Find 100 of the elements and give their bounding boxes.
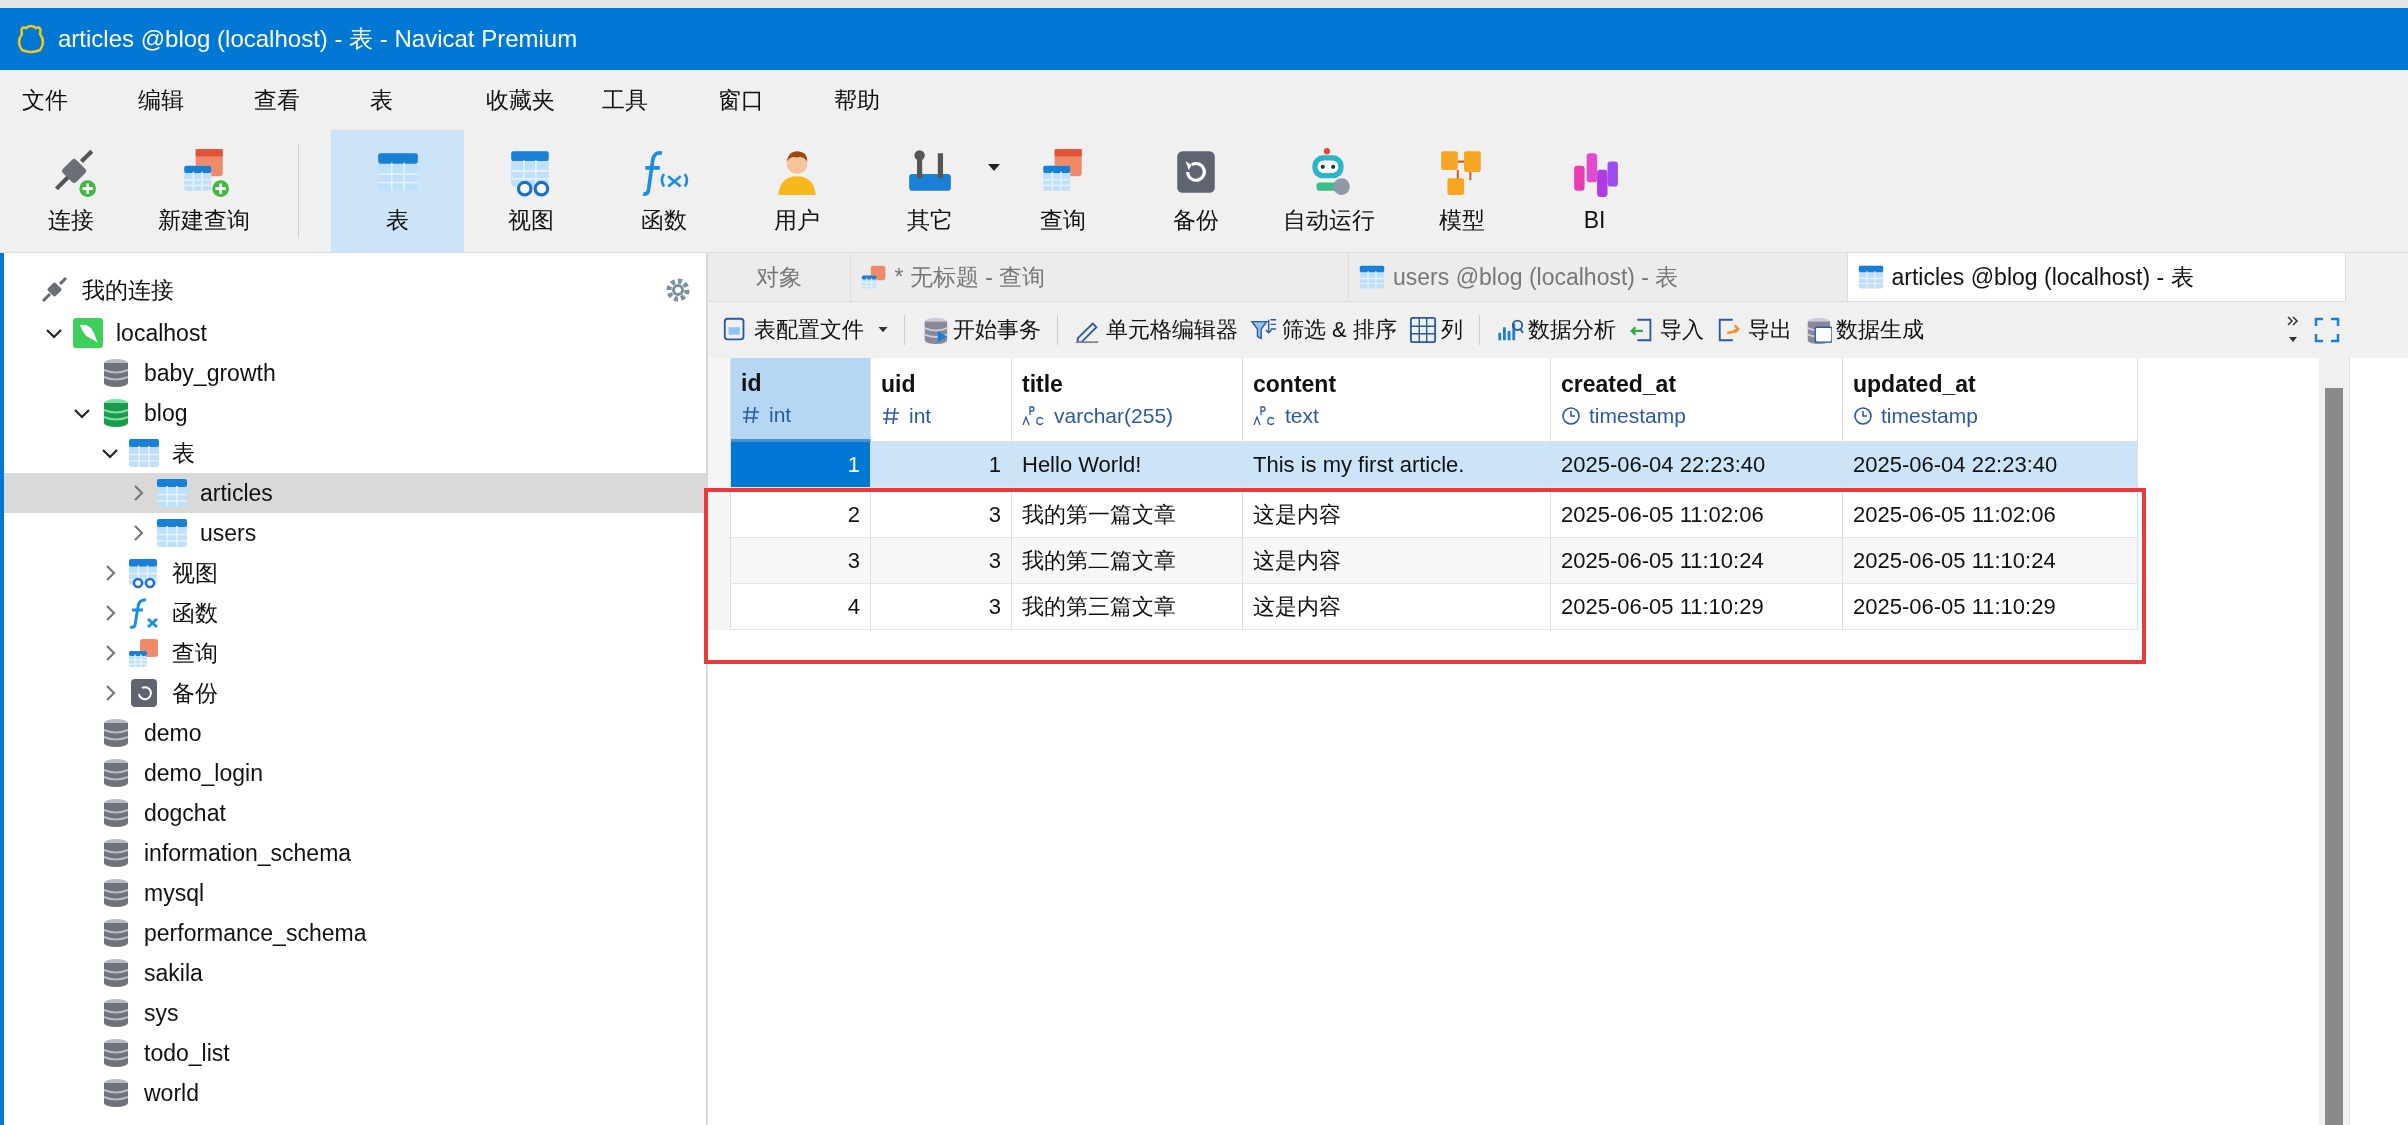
toolbar-button[interactable]: 数据分析 (1489, 315, 1622, 345)
toolbar-button[interactable]: 其它 (863, 130, 996, 252)
scrollbar[interactable] (2325, 388, 2343, 1125)
tab[interactable]: articles @blog (localhost) - 表 (1847, 253, 2346, 301)
tree-item-label: 表 (172, 438, 195, 468)
toolbar-button[interactable]: 函数 (597, 130, 730, 252)
tree-item[interactable]: information_schema (4, 833, 706, 873)
views-icon (128, 557, 160, 589)
table-cell: This is my first article. (1243, 442, 1551, 488)
tree-item[interactable]: articles (4, 473, 706, 513)
tree-item-label: blog (144, 399, 188, 427)
table-cell: 3 (871, 584, 1012, 630)
clock-icon (1561, 406, 1581, 426)
toolbar-button[interactable]: 查询 (996, 130, 1129, 252)
menu-item[interactable]: 编辑 (138, 84, 254, 116)
tree-item[interactable]: 备份 (4, 673, 706, 713)
tree-item[interactable]: 表 (4, 433, 706, 473)
functions-icon (128, 597, 160, 629)
table-cell: 1 (871, 442, 1012, 488)
tree-item[interactable]: sys (4, 993, 706, 1033)
hash-icon (881, 406, 901, 426)
table-icon (1857, 264, 1884, 290)
menu-item[interactable]: 文件 (22, 84, 138, 116)
tree-item[interactable]: localhost (4, 313, 706, 353)
toolbar-button[interactable]: 连接 (4, 130, 137, 252)
table-cell: 2025-06-04 22:23:40 (1843, 442, 2138, 488)
toolbar-button[interactable]: 单元格编辑器 (1068, 315, 1244, 345)
column-type: text (1285, 404, 1319, 428)
column-type: timestamp (1589, 404, 1686, 428)
table-cell: 1 (731, 442, 871, 488)
toolbar-button[interactable]: 导出 (1709, 315, 1798, 345)
tree-item[interactable]: 查询 (4, 633, 706, 673)
tables-icon (128, 437, 160, 469)
tree-item-label: demo_login (144, 759, 263, 787)
text-type-icon (1022, 405, 1046, 427)
tree-item-label: baby_growth (144, 359, 276, 387)
tree-item[interactable]: todo_list (4, 1033, 706, 1073)
column-header[interactable]: id int (731, 358, 871, 442)
table-cell: 2025-06-05 11:10:24 (1551, 538, 1843, 584)
tree-item-label: performance_schema (144, 919, 367, 947)
sidebar-title: 我的连接 (82, 275, 175, 305)
menu-item[interactable]: 工具 (602, 84, 718, 116)
tree-item[interactable]: 函数 (4, 593, 706, 633)
toolbar-button[interactable]: 开始事务 (915, 315, 1047, 345)
tree-item[interactable]: world (4, 1073, 706, 1113)
toolbar-button[interactable]: 新建查询 (137, 130, 270, 252)
column-type: varchar(255) (1054, 404, 1174, 428)
toolbar-button[interactable]: 数据生成 (1797, 315, 1930, 345)
tree-item-label: world (144, 1079, 199, 1107)
toolbar-button[interactable]: 模型 (1395, 130, 1528, 252)
toolbar-button[interactable]: 自动运行 (1262, 130, 1395, 252)
tree-item[interactable]: demo (4, 713, 706, 753)
toolbar-button[interactable]: 表配置文件 (716, 315, 894, 345)
columns-icon (1408, 316, 1437, 344)
column-name: created_at (1561, 371, 1678, 398)
menu-item[interactable]: 帮助 (834, 84, 950, 116)
toolbar-button[interactable]: 用户 (730, 130, 863, 252)
caret-icon[interactable] (878, 327, 888, 333)
tree-item[interactable]: blog (4, 393, 706, 433)
toolbar-button[interactable]: 表 (331, 130, 464, 252)
table-cell: 4 (731, 584, 871, 630)
table-cell: 我的第二篇文章 (1012, 538, 1243, 584)
settings-icon[interactable] (664, 276, 692, 304)
table-cell: 3 (731, 538, 871, 584)
tree-item-label: mysql (144, 879, 205, 907)
tree-item-label: demo (144, 719, 202, 747)
toolbar-button[interactable]: 列 (1402, 315, 1469, 345)
tree-item[interactable]: baby_growth (4, 353, 706, 393)
toolbar-button[interactable]: BI (1528, 130, 1661, 252)
tree-item-label: sys (144, 999, 179, 1027)
tree-item[interactable]: mysql (4, 873, 706, 913)
transaction-icon (921, 316, 949, 344)
tree-item[interactable]: users (4, 513, 706, 553)
column-name: title (1022, 371, 1064, 398)
menu-item[interactable]: 收藏夹 (486, 84, 602, 116)
tree-item[interactable]: sakila (4, 953, 706, 993)
tree-item[interactable]: performance_schema (4, 913, 706, 953)
table-icon (1359, 264, 1386, 290)
tree-item-label: 视图 (172, 558, 218, 588)
menu-item[interactable]: 查看 (254, 84, 370, 116)
query-icon (860, 264, 887, 290)
menu-item[interactable]: 表 (370, 84, 486, 116)
caret-icon[interactable] (988, 164, 1000, 172)
table-icon (156, 517, 188, 549)
tree-item[interactable]: demo_login (4, 753, 706, 793)
tree-item-label: localhost (116, 319, 207, 347)
column-name: content (1253, 371, 1338, 398)
toolbar-button[interactable]: 视图 (464, 130, 597, 252)
tree-item[interactable]: 视图 (4, 553, 706, 593)
fullscreen-icon[interactable] (2314, 317, 2340, 343)
table-cell: 我的第三篇文章 (1012, 584, 1243, 630)
window-title: articles @blog (localhost) - 表 - Navicat Premium (58, 24, 578, 54)
tree-item[interactable]: dogchat (4, 793, 706, 833)
table-icon (156, 477, 188, 509)
toolbar-button[interactable]: 备份 (1129, 130, 1262, 252)
column-name: id (741, 370, 763, 397)
toolbar-button[interactable]: 导入 (1621, 315, 1710, 345)
toolbar-button[interactable]: 筛选 & 排序 (1244, 315, 1403, 345)
menu-item[interactable]: 窗口 (718, 84, 834, 116)
tree-item-label: dogchat (144, 799, 226, 827)
